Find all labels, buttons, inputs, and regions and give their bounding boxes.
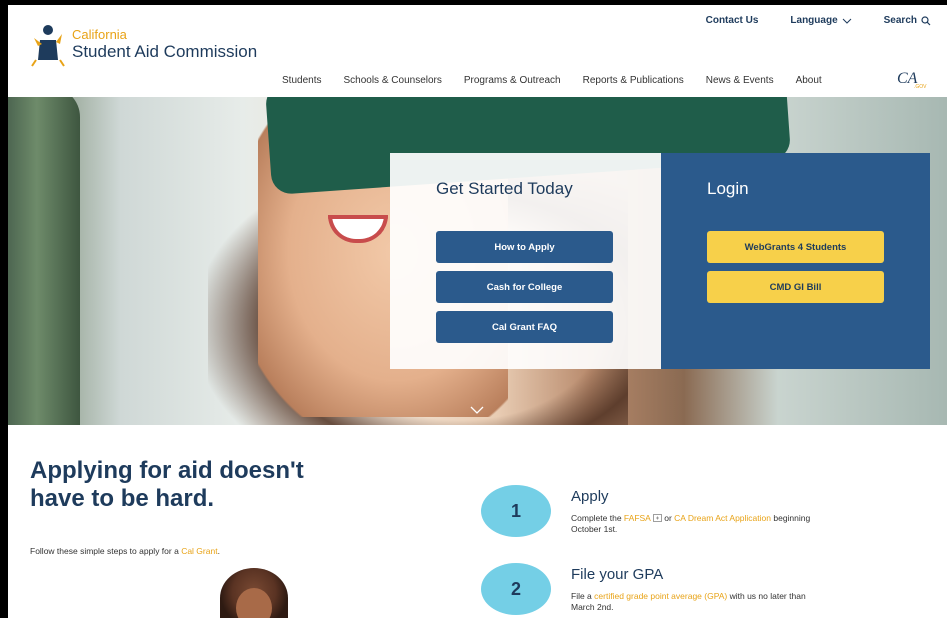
login-card: Login WebGrants 4 Students CMD GI Bill — [661, 153, 930, 369]
chevron-down-icon — [842, 18, 851, 24]
step-apply: 1 Apply Complete the FAFSA or CA Dream A… — [481, 485, 921, 545]
contact-us-link[interactable]: Contact Us — [706, 15, 759, 26]
section-subtext: Follow these simple steps to apply for a… — [30, 546, 230, 557]
step-desc-text: Complete the — [571, 513, 624, 523]
step-desc-text: or — [661, 513, 675, 523]
nav-about[interactable]: About — [796, 75, 822, 86]
step-description: Complete the FAFSA or CA Dream Act Appli… — [571, 513, 831, 534]
site-header: California Student Aid Commission Contac… — [8, 5, 947, 97]
nav-programs-outreach[interactable]: Programs & Outreach — [464, 75, 561, 86]
utility-nav: Contact Us Language Search — [706, 15, 931, 26]
steps-section: Applying for aid doesn't have to be hard… — [8, 425, 947, 618]
contact-us-label: Contact Us — [705, 15, 759, 26]
nav-reports-publications[interactable]: Reports & Publications — [583, 75, 684, 86]
search-button[interactable]: Search — [884, 15, 931, 26]
step-desc-text: File a — [571, 591, 595, 601]
webgrants-button[interactable]: WebGrants 4 Students — [707, 231, 884, 263]
hero-pole-image — [8, 97, 80, 425]
section-headline: Applying for aid doesn't have to be hard… — [30, 457, 304, 513]
step-number-circle: 2 — [481, 563, 551, 615]
search-icon — [921, 15, 931, 25]
ca-dream-act-link[interactable]: CA Dream Act Application — [674, 513, 771, 523]
scroll-down-chevron-icon[interactable] — [470, 405, 484, 415]
how-to-apply-button[interactable]: How to Apply — [436, 231, 613, 263]
step-number-circle: 1 — [481, 485, 551, 537]
nav-students[interactable]: Students — [282, 75, 321, 86]
fafsa-link[interactable]: FAFSA — [624, 513, 651, 523]
subtext-suffix: . — [217, 546, 220, 556]
get-started-title: Get Started Today — [436, 179, 573, 198]
search-label: Search — [883, 15, 917, 26]
step-description: File a certified grade point average (GP… — [571, 591, 831, 612]
nav-schools-counselors[interactable]: Schools & Counselors — [343, 75, 441, 86]
cmd-gi-bill-button[interactable]: CMD GI Bill — [707, 271, 884, 303]
cal-grant-faq-button[interactable]: Cal Grant FAQ — [436, 311, 613, 343]
login-title: Login — [707, 179, 749, 198]
step-title: Apply — [571, 488, 609, 505]
step-title: File your GPA — [571, 566, 664, 583]
certified-gpa-link[interactable]: certified grade point average (GPA) — [594, 591, 727, 601]
ca-gov-logo[interactable]: CA .GOV — [895, 68, 929, 90]
language-label: Language — [790, 15, 838, 26]
student-photo — [220, 568, 288, 618]
get-started-card: Get Started Today How to Apply Cash for … — [390, 153, 661, 369]
nav-news-events[interactable]: News & Events — [706, 75, 774, 86]
external-link-icon — [652, 514, 662, 522]
logo-title: Student Aid Commission — [72, 42, 258, 61]
logo-california: California — [72, 27, 127, 42]
graduate-figure-icon — [31, 25, 65, 67]
cal-grant-link[interactable]: Cal Grant — [181, 546, 217, 556]
step-file-gpa: 2 File your GPA File a certified grade p… — [481, 563, 921, 618]
main-nav: Students Schools & Counselors Programs &… — [282, 75, 844, 86]
page: California Student Aid Commission Contac… — [8, 5, 947, 618]
site-logo[interactable]: California Student Aid Commission — [28, 19, 308, 69]
subtext-prefix: Follow these simple steps to apply for a — [30, 546, 182, 556]
cash-for-college-button[interactable]: Cash for College — [436, 271, 613, 303]
language-dropdown[interactable]: Language — [790, 15, 851, 26]
hero-banner: Get Started Today How to Apply Cash for … — [8, 97, 947, 425]
svg-text:.GOV: .GOV — [914, 84, 927, 90]
